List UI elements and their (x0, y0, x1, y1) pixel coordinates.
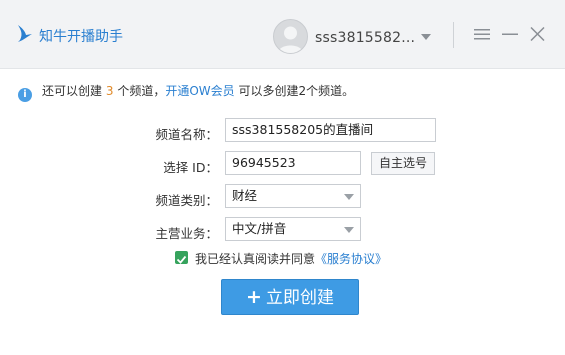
chevron-down-icon (344, 194, 354, 200)
chevron-down-icon (344, 227, 354, 233)
category-label: 频道类别： (155, 193, 218, 208)
title-bar: 知牛开播助手 sss3815582... (0, 0, 565, 69)
notice-text-2: 个频道， (117, 84, 166, 98)
channel-name-label: 频道名称： (155, 127, 218, 142)
close-icon[interactable] (530, 27, 545, 41)
chevron-down-icon[interactable] (420, 33, 432, 41)
plus-icon: + (246, 286, 262, 308)
business-select[interactable]: 中文/拼音 (225, 217, 361, 241)
category-select[interactable]: 财经 (225, 184, 361, 208)
checkmark-icon (176, 255, 187, 264)
agree-text: 我已经认真阅读并同意 (195, 252, 316, 266)
business-label: 主营业务： (155, 226, 218, 241)
service-agreement-link[interactable]: 《服务协议》 (315, 252, 387, 266)
menu-icon[interactable] (474, 27, 490, 41)
channel-name-input[interactable]: sss381558205的直播间 (225, 118, 436, 142)
divider (453, 22, 454, 48)
app-title: 知牛开播助手 (39, 29, 123, 45)
username[interactable]: sss3815582... (315, 30, 415, 46)
agree-checkbox[interactable] (175, 251, 188, 264)
category-value: 财经 (232, 188, 258, 203)
avatar[interactable] (273, 19, 308, 54)
notice-text: 还可以创建 (42, 84, 103, 98)
choose-id-button[interactable]: 自主选号 (371, 152, 435, 175)
id-input[interactable]: 96945523 (225, 151, 361, 175)
create-now-button[interactable]: + 立即创建 (221, 279, 359, 315)
create-button-label: 立即创建 (265, 288, 334, 308)
notice-bar: i 还可以创建 3 个频道，开通OW会员 可以多创建2个频道。 (18, 82, 354, 102)
user-avatar-icon (278, 26, 303, 53)
minimize-icon[interactable] (502, 27, 518, 41)
channel-count: 3 (105, 84, 114, 98)
info-icon: i (18, 88, 32, 102)
business-value: 中文/拼音 (232, 221, 287, 236)
open-ow-member-link[interactable]: 开通OW会员 (165, 84, 234, 98)
app-logo-icon (18, 25, 32, 42)
notice-text-3: 可以多创建2个频道。 (238, 84, 355, 98)
id-label: 选择 ID： (163, 160, 218, 175)
agree-row: 我已经认真阅读并同意《服务协议》 (195, 250, 387, 267)
